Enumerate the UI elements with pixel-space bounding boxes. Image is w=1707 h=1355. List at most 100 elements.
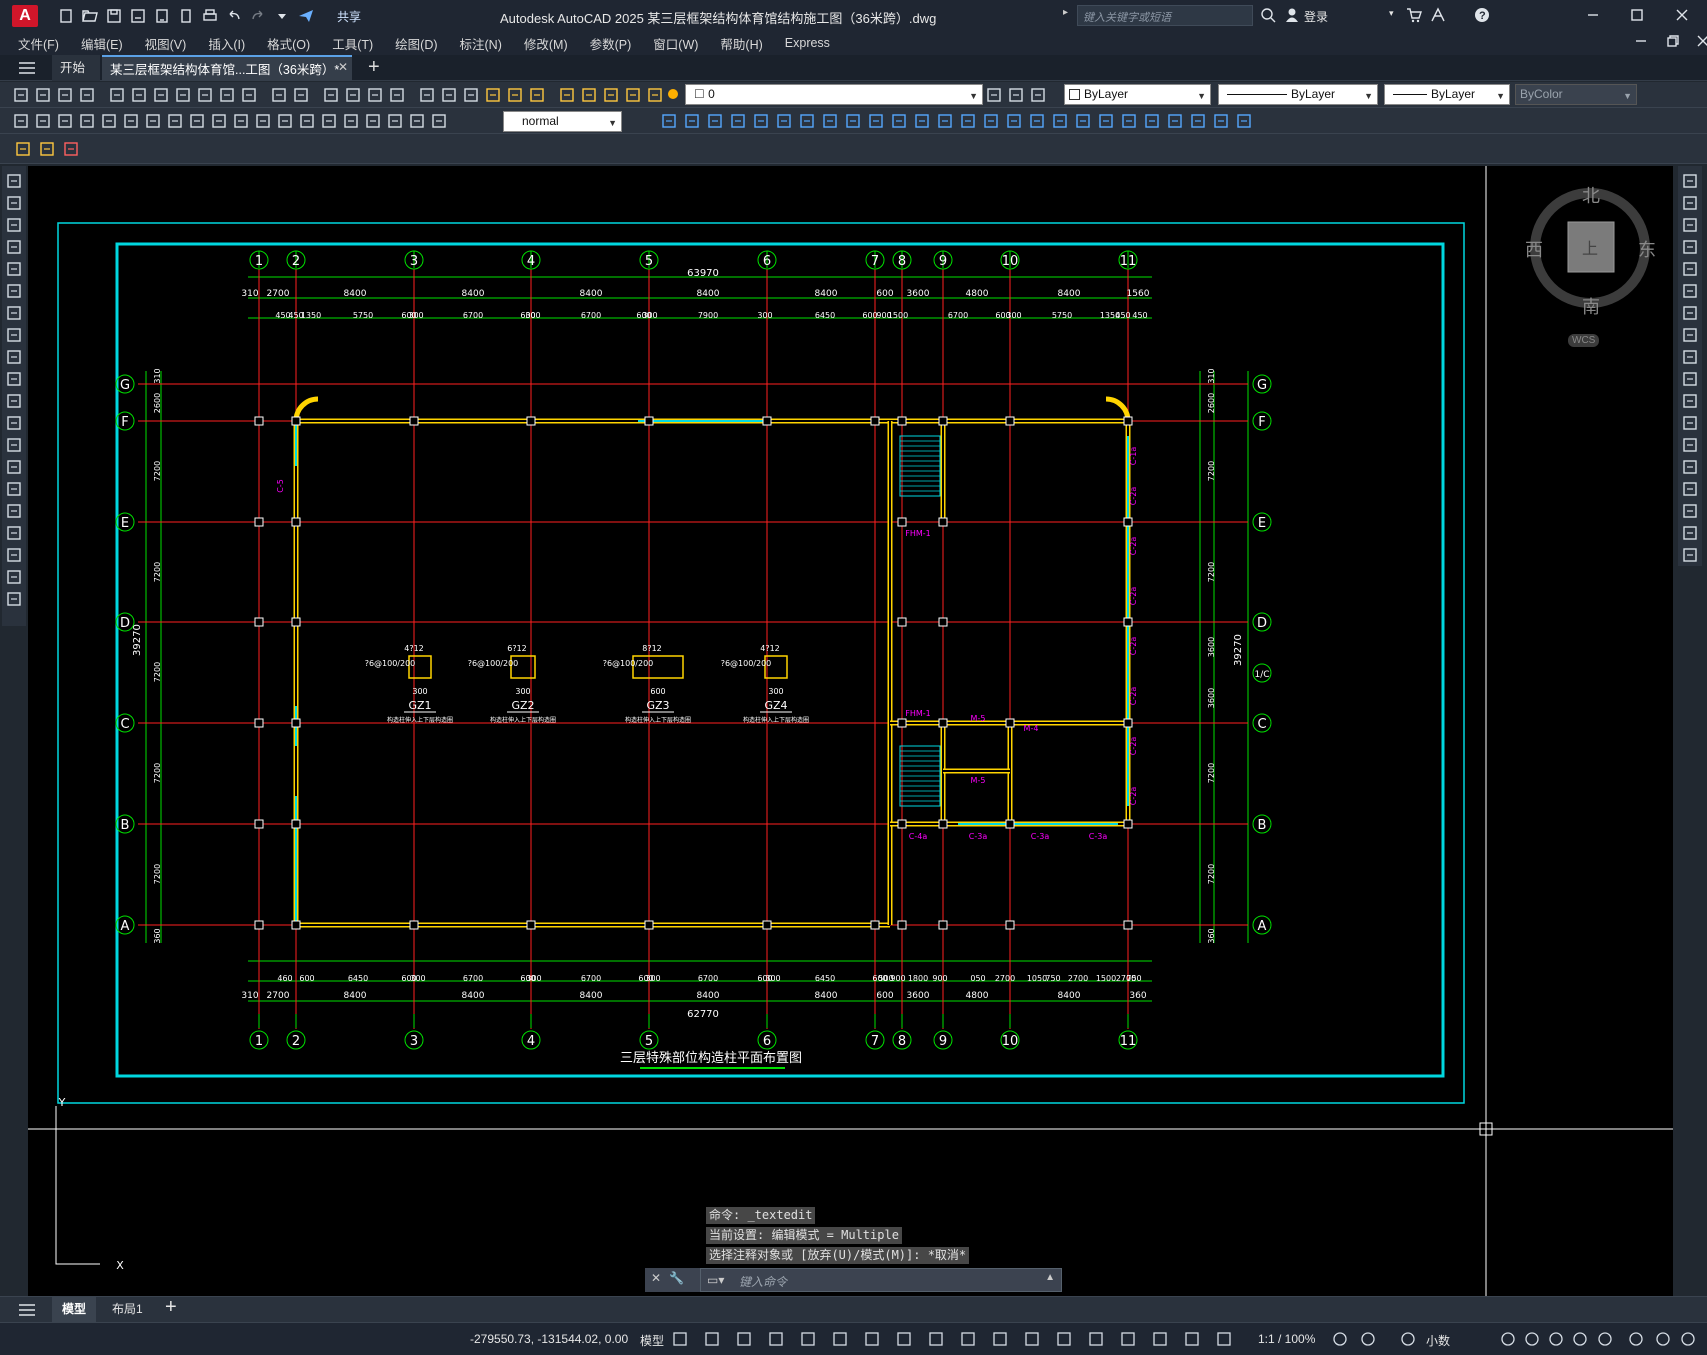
markup-icon[interactable]: [506, 86, 524, 104]
drawing-canvas[interactable]: Y X 1 1 2 2 3 3 4 4 5 5 6 6 7 7 8 8 9 9 10 10 11 11 G G F F E E D D C C B B…: [28, 166, 1673, 1296]
subtract-icon[interactable]: [1212, 112, 1230, 130]
menu-edit[interactable]: 编辑(E): [81, 34, 123, 53]
menu-file[interactable]: 文件(F): [18, 34, 59, 53]
coordinates-readout[interactable]: -279550.73, -131544.02, 0.00: [470, 1332, 628, 1346]
hamburger-menu-icon[interactable]: [18, 60, 36, 79]
ellipse-arc-icon[interactable]: [5, 392, 23, 410]
aligned-dim-icon[interactable]: [34, 112, 52, 130]
tab-start[interactable]: 开始: [52, 55, 100, 81]
mtext-icon[interactable]: [5, 568, 23, 586]
zoom-previous-icon[interactable]: [388, 86, 406, 104]
new-icon[interactable]: [12, 86, 30, 104]
user-icon[interactable]: [1284, 7, 1300, 26]
search-icon[interactable]: [1260, 7, 1276, 26]
gizmo-icon[interactable]: [1120, 1331, 1136, 1347]
free-orbit-icon[interactable]: [982, 112, 1000, 130]
layer-previous-icon[interactable]: [646, 86, 664, 104]
ortho-icon[interactable]: [768, 1331, 784, 1347]
make-block-icon[interactable]: [5, 436, 23, 454]
designcenter-icon[interactable]: [440, 86, 458, 104]
save-as-icon[interactable]: [130, 8, 146, 24]
dimstyle-dropdown[interactable]: normal ▼: [503, 111, 622, 132]
share-label[interactable]: 共享: [337, 8, 361, 25]
scale-icon[interactable]: [1681, 326, 1699, 344]
cart-icon[interactable]: [1406, 7, 1422, 26]
lineweight-icon[interactable]: [928, 1331, 944, 1347]
ucs-3point-icon[interactable]: [844, 112, 862, 130]
revision-cloud-icon[interactable]: [5, 326, 23, 344]
line-icon[interactable]: [5, 172, 23, 190]
doc-restore-icon[interactable]: [1665, 34, 1679, 51]
menu-parametric[interactable]: 参数(P): [590, 34, 632, 53]
lock-ui-3-icon[interactable]: [1500, 1331, 1516, 1347]
customize-wrench-icon[interactable]: 🔧: [669, 1271, 684, 1285]
polyline-icon[interactable]: [5, 216, 23, 234]
autocad-logo-icon[interactable]: A: [12, 4, 38, 27]
rotate-icon[interactable]: [1681, 304, 1699, 322]
block-editor-icon[interactable]: [14, 140, 32, 158]
close-window-icon[interactable]: [1674, 7, 1690, 26]
spline-icon[interactable]: [5, 348, 23, 366]
infer-icon[interactable]: [736, 1331, 752, 1347]
annotation-monitor-8-icon[interactable]: [1628, 1331, 1644, 1347]
chamfer-icon[interactable]: [1681, 480, 1699, 498]
search-expand-icon[interactable]: ▸: [1063, 7, 1068, 18]
calc-icon[interactable]: [528, 86, 546, 104]
orbit-icon[interactable]: [959, 112, 977, 130]
preview-icon[interactable]: [108, 86, 126, 104]
menu-window[interactable]: 窗口(W): [653, 34, 698, 53]
tab-layout1[interactable]: 布局1: [106, 1297, 149, 1322]
offset-icon[interactable]: [1681, 238, 1699, 256]
viewcube-north[interactable]: 北: [1582, 182, 1600, 208]
polar-icon[interactable]: [800, 1331, 816, 1347]
plotstyle-dropdown[interactable]: ByColor ▼: [1515, 84, 1637, 105]
radius-dim-icon[interactable]: [100, 112, 118, 130]
web-mobile-icon[interactable]: [154, 8, 170, 24]
3d-osnap-icon[interactable]: [1024, 1331, 1040, 1347]
osnap-icon[interactable]: [896, 1331, 912, 1347]
ucs-object-icon[interactable]: [752, 112, 770, 130]
tab-document[interactable]: 某三层框架结构体育馆...工图（36米跨）*: [102, 55, 352, 81]
arc-icon[interactable]: [5, 282, 23, 300]
drawing-svg[interactable]: YX11223344556677889910101111G GF FE ED DC CB B…: [28, 166, 1673, 1296]
annotation-scale[interactable]: 1:1 / 100%: [1258, 1332, 1315, 1346]
units-1-icon[interactable]: [1360, 1331, 1376, 1347]
command-recent-icon[interactable]: ▲: [1045, 1272, 1055, 1283]
ucs-x-icon[interactable]: [867, 112, 885, 130]
viewcube-south[interactable]: 南: [1582, 293, 1600, 319]
menu-dimension[interactable]: 标注(N): [460, 34, 502, 53]
layer-iso-icon[interactable]: [1007, 86, 1025, 104]
auto-scale-icon[interactable]: [1184, 1331, 1200, 1347]
plot-icon[interactable]: [202, 8, 218, 24]
zoom-window-icon[interactable]: [366, 86, 384, 104]
diameter-dim-icon[interactable]: [144, 112, 162, 130]
sphere-icon[interactable]: [1097, 112, 1115, 130]
baseline-dim-icon[interactable]: [210, 112, 228, 130]
wcs-menu[interactable]: WCS: [1568, 334, 1600, 347]
make-current-icon[interactable]: [624, 86, 642, 104]
minimize-window-icon[interactable]: [1585, 7, 1601, 26]
annotation-visibility-icon[interactable]: [1152, 1331, 1168, 1347]
quick-properties-2-icon[interactable]: [1400, 1331, 1416, 1347]
mirror-icon[interactable]: [1681, 216, 1699, 234]
center-mark-icon[interactable]: [320, 112, 338, 130]
dim-update-icon[interactable]: [430, 112, 448, 130]
extend-icon[interactable]: [1681, 392, 1699, 410]
inspect-icon[interactable]: [342, 112, 360, 130]
blend-curves-icon[interactable]: [1681, 524, 1699, 542]
match-layer-icon[interactable]: [985, 86, 1003, 104]
quick-dim-icon[interactable]: [188, 112, 206, 130]
properties-icon[interactable]: [418, 86, 436, 104]
undo-icon[interactable]: [226, 8, 242, 24]
menu-view[interactable]: 视图(V): [145, 34, 187, 53]
menu-help[interactable]: 帮助(H): [720, 34, 762, 53]
fillet-icon[interactable]: [1681, 502, 1699, 520]
insert-icon[interactable]: [5, 414, 23, 432]
layout-hamburger-icon[interactable]: [18, 1302, 36, 1321]
command-input[interactable]: ▭▾ 键入命令 ▲: [700, 1268, 1062, 1292]
units-dropdown[interactable]: 小数: [1426, 1332, 1450, 1349]
stretch-icon[interactable]: [1681, 348, 1699, 366]
selection-filter-icon[interactable]: [1088, 1331, 1104, 1347]
share-icon[interactable]: [298, 8, 314, 24]
transparency-icon[interactable]: [960, 1331, 976, 1347]
